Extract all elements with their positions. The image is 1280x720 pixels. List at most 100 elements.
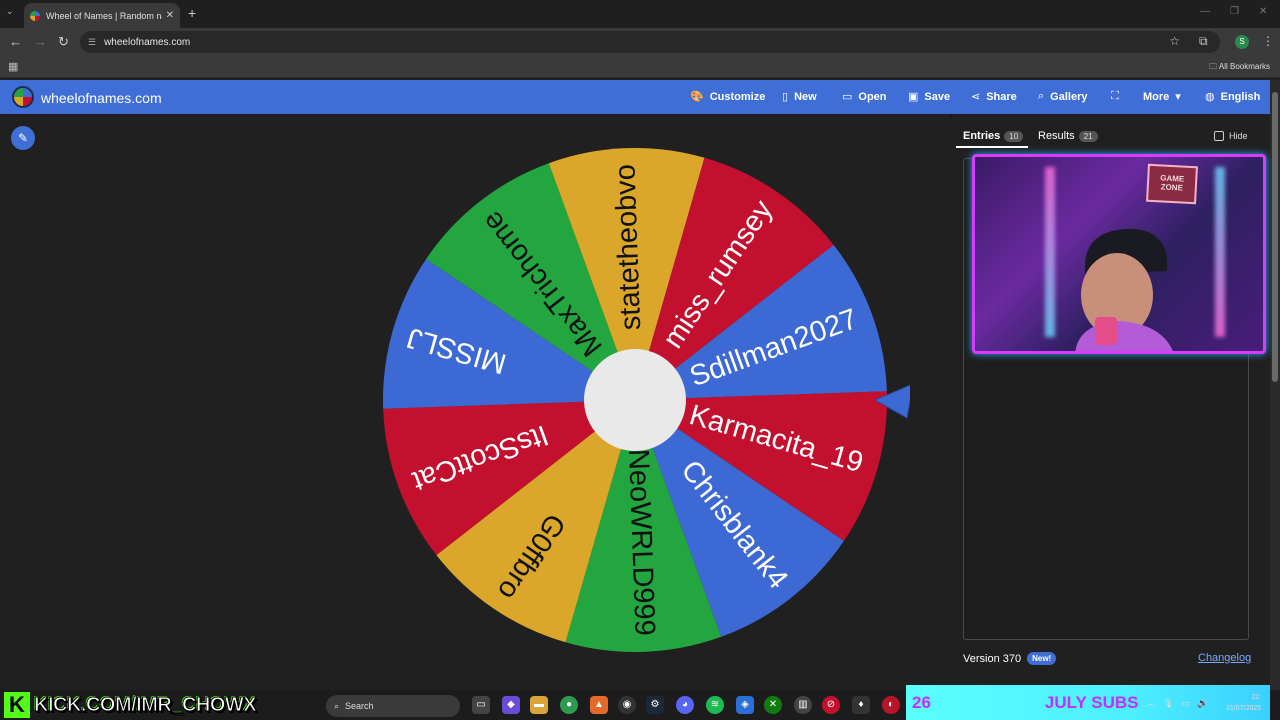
taskbar-search[interactable]: ⌕ Search [326, 695, 460, 717]
share-button[interactable]: ⋖ Share [971, 90, 1017, 104]
new-button[interactable]: ▯ New [782, 90, 817, 104]
extensions-icon[interactable]: ⧉ [1199, 34, 1208, 49]
url-text: wheelofnames.com [104, 36, 191, 48]
file-explorer-icon[interactable]: ▬ [530, 696, 548, 714]
fullscreen-button[interactable]: ⛶ [1111, 90, 1119, 103]
maps-pin-icon[interactable]: ♦ [852, 696, 870, 714]
site-info-icon[interactable]: ☰ [88, 37, 96, 48]
file-icon: ▯ [782, 91, 789, 103]
open-label: Open [858, 90, 887, 103]
task-view-icon[interactable]: ▭ [472, 696, 490, 714]
clock-date: 31/07/2025 [1226, 705, 1262, 712]
language-button[interactable]: ◍ English [1205, 90, 1260, 104]
save-label: Save [924, 90, 951, 103]
profile-avatar[interactable]: S [1235, 35, 1249, 49]
spotify-icon[interactable]: ≋ [706, 696, 724, 714]
chrome-icon[interactable]: ● [560, 696, 578, 714]
back-icon[interactable]: ← [9, 34, 22, 49]
subs-goal-banner: 26 JULY SUBS [906, 685, 1270, 720]
copilot-icon[interactable]: ◆ [502, 696, 520, 714]
all-bookmarks-label: All Bookmarks [1218, 62, 1270, 71]
discord-icon[interactable]: ◕ [676, 696, 694, 714]
app-icon[interactable]: ▲ [590, 696, 608, 714]
taskbar-clock[interactable]: 22: 31/07/2025 [1226, 692, 1261, 714]
close-window-icon[interactable]: ✕ [1259, 6, 1267, 17]
search-placeholder: Search [345, 701, 374, 711]
fullscreen-icon: ⛶ [1111, 90, 1119, 102]
app-icon[interactable]: ◐ [882, 696, 900, 714]
system-tray[interactable]: ︿ 🎙 ▭ 🔊 [1146, 696, 1209, 709]
palette-icon: 🎨 [690, 91, 704, 103]
xbox-icon[interactable]: ✕ [764, 696, 782, 714]
site-title[interactable]: wheelofnames.com [41, 90, 162, 106]
scrollbar-thumb[interactable] [1272, 92, 1278, 382]
share-icon: ⋖ [971, 91, 981, 103]
minimize-icon[interactable]: — [1200, 6, 1210, 17]
open-button[interactable]: ▭ Open [842, 90, 887, 104]
app-icon[interactable]: ◈ [736, 696, 754, 714]
subs-label: JULY SUBS [1044, 692, 1139, 712]
restore-icon[interactable]: ❐ [1230, 6, 1239, 17]
entries-label: Entries [963, 130, 1001, 142]
new-label: New [794, 90, 817, 103]
checkbox-box[interactable] [1214, 131, 1224, 141]
more-label: More [1143, 90, 1170, 103]
app-icon[interactable]: ⊘ [822, 696, 840, 714]
obs-icon[interactable]: ◉ [618, 696, 636, 714]
steam-icon[interactable]: ⚙ [646, 696, 664, 714]
neon-light [1045, 167, 1055, 337]
customize-label: Customize [709, 90, 766, 103]
name-wheel[interactable]: Sdillman2027Karmacita_19Chrisblank4NeoWR… [380, 144, 910, 660]
new-tab-icon[interactable]: + [188, 5, 196, 21]
apps-grid-icon[interactable]: ▦ [8, 60, 18, 73]
gallery-label: Gallery [1050, 90, 1088, 103]
browser-tab-strip: ⌄ Wheel of Names | Random nam ✕ + — ❐ ✕ [0, 0, 1280, 28]
close-tab-icon[interactable]: ✕ [166, 10, 174, 21]
browser-menu-icon[interactable]: ⋮ [1262, 34, 1274, 48]
neon-light [1215, 167, 1225, 337]
hide-checkbox[interactable]: Hide [1214, 131, 1248, 141]
changelog-link[interactable]: Changelog [1198, 652, 1251, 664]
kick-overlay: K KICK.COM/IMR_CHOWX [4, 692, 326, 718]
results-count-badge: 21 [1078, 130, 1098, 142]
all-bookmarks-link[interactable]: 🗀 All Bookmarks [1209, 61, 1270, 75]
favicon-icon [30, 10, 40, 21]
hide-label: Hide [1229, 131, 1248, 141]
tab-title: Wheel of Names | Random nam [46, 10, 162, 21]
streamer-silhouette [1075, 228, 1173, 351]
edit-pencil-button[interactable]: ✎ [11, 126, 35, 150]
entries-count-badge: 10 [1004, 130, 1024, 142]
new-badge: New! [1027, 652, 1057, 665]
tab-entries[interactable]: Entries 10 [963, 130, 1024, 142]
tab-results[interactable]: Results 21 [1038, 130, 1098, 142]
app-icon[interactable]: ▥ [794, 696, 812, 714]
chevron-down-icon: ▾ [1175, 91, 1181, 103]
version-label: Version 370 [963, 652, 1022, 665]
browser-tab[interactable]: Wheel of Names | Random nam ✕ [24, 3, 180, 28]
folder-open-icon: ▭ [842, 91, 853, 103]
page-scrollbar[interactable] [1270, 80, 1280, 690]
screen: { "browser": { "tab_title": "Wheel of Na… [0, 0, 1280, 720]
wheel-center-button[interactable] [584, 349, 686, 451]
forward-icon[interactable]: → [34, 34, 47, 49]
site-logo-icon[interactable] [12, 86, 34, 108]
version-info: Version 370 New! [963, 652, 1057, 665]
wheel-entry-label: NeoWRLD999 [622, 448, 661, 636]
bookmark-star-icon[interactable]: ☆ [1169, 34, 1180, 48]
results-label: Results [1038, 130, 1075, 142]
search-icon: ⌕ [334, 700, 340, 711]
url-field[interactable]: ☰ wheelofnames.com ☆ [80, 31, 1220, 53]
bookmarks-bar: ▦ 🗀 All Bookmarks [0, 56, 1280, 78]
active-tab-indicator [956, 146, 1028, 148]
save-icon: ▣ [908, 91, 919, 103]
address-bar-row: ← → ↻ ☰ wheelofnames.com ☆ [0, 28, 1280, 56]
gallery-button[interactable]: ⌕ Gallery [1038, 90, 1087, 103]
kick-url: KICK.COM/IMR_CHOWX [33, 693, 257, 716]
customize-button[interactable]: 🎨 Customize [690, 90, 766, 104]
subs-count: 26 [912, 692, 931, 712]
save-button[interactable]: ▣ Save [908, 90, 951, 104]
reload-icon[interactable]: ↻ [58, 34, 69, 50]
tab-search-icon[interactable]: ⌄ [6, 6, 14, 17]
wheel-entry-label: statetheobvo [609, 164, 647, 331]
more-button[interactable]: More ▾ [1143, 90, 1181, 104]
